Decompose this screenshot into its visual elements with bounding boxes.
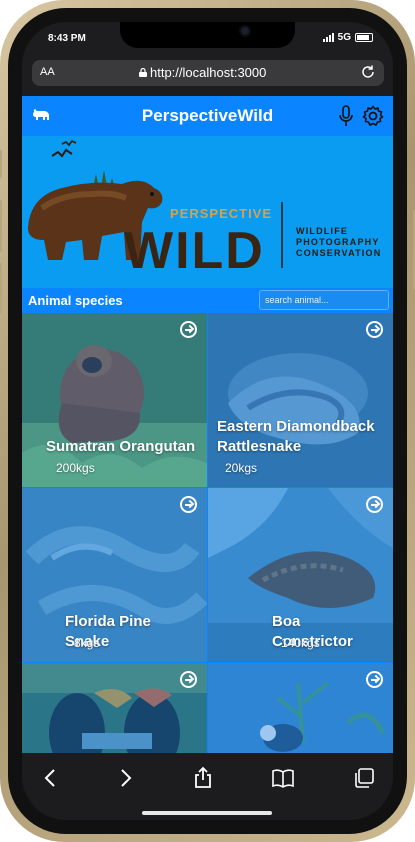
camera-icon [239, 25, 251, 37]
hero-tagline-2: PHOTOGRAPHY [296, 237, 380, 247]
hero-banner: PERSPECTIVE WILD WILDLIFE PHOTOGRAPHY CO… [22, 136, 393, 288]
bird-icon [51, 148, 73, 158]
screen: 8:43 PM 5G AA http://localhost:3000 Pers… [22, 22, 393, 820]
open-arrow-icon[interactable] [180, 671, 197, 688]
volume-up-button [0, 200, 2, 252]
status-time: 8:43 PM [48, 33, 86, 44]
animal-name: Sumatran Orangutan [46, 438, 196, 455]
notch [120, 22, 295, 48]
species-heading: Animal species [28, 293, 123, 308]
animal-card-boa-constrictor[interactable]: Boa Constrictor 140kgs [208, 488, 393, 662]
bookmarks-icon[interactable] [271, 766, 295, 790]
open-arrow-icon[interactable] [366, 496, 383, 513]
reload-icon[interactable] [360, 64, 376, 80]
animal-weight: 8kgs [74, 636, 100, 650]
microphone-icon[interactable] [338, 105, 354, 127]
open-arrow-icon[interactable] [180, 496, 197, 513]
battery-icon [355, 33, 373, 42]
open-arrow-icon[interactable] [366, 321, 383, 338]
volume-down-button [0, 262, 2, 314]
animal-weight: 200kgs [56, 461, 95, 475]
animal-grid: Sumatran Orangutan 200kgs Eastern Diamon… [22, 313, 393, 753]
animal-card-sumatran-orangutan[interactable]: Sumatran Orangutan 200kgs [22, 313, 207, 487]
phone-frame: 8:43 PM 5G AA http://localhost:3000 Pers… [0, 0, 415, 842]
hero-brand-large: WILD [124, 222, 265, 280]
lock-icon [139, 68, 147, 77]
hero-illustration: PERSPECTIVE WILD WILDLIFE PHOTOGRAPHY CO… [28, 139, 381, 280]
network-label: 5G [337, 32, 351, 43]
signal-icon [322, 33, 334, 42]
tabs-icon[interactable] [352, 766, 376, 790]
hero-tagline-1: WILDLIFE [296, 226, 348, 236]
open-arrow-icon[interactable] [366, 671, 383, 688]
status-indicators: 5G [322, 32, 373, 43]
home-indicator[interactable] [142, 811, 272, 815]
browser-toolbar [22, 753, 393, 820]
mute-switch [0, 150, 2, 178]
animal-card-6[interactable] [208, 663, 393, 753]
reader-options-button[interactable]: AA [40, 66, 55, 78]
web-app: PerspectiveWild PERSPECTIVE WILD WILDLIF… [22, 96, 393, 753]
hero-tagline-3: CONSERVATION [296, 248, 381, 258]
hero-brand-small: PERSPECTIVE [170, 206, 272, 221]
animal-name: Eastern Diamondback Rattlesnake [217, 418, 375, 455]
animal-weight: 140kgs [281, 636, 320, 650]
animal-card-florida-pine-snake[interactable]: Florida Pine Snake 8kgs [22, 488, 207, 662]
app-header: PerspectiveWild [22, 96, 393, 136]
species-bar: Animal species [22, 288, 393, 313]
settings-gear-icon[interactable] [362, 105, 384, 127]
animal-card-5[interactable] [22, 663, 207, 753]
back-icon[interactable] [39, 766, 63, 790]
animal-weight: 20kgs [225, 461, 258, 475]
open-arrow-icon[interactable] [180, 321, 197, 338]
share-icon[interactable] [191, 766, 215, 790]
url-text[interactable]: http://localhost:3000 [150, 65, 266, 80]
status-bar: 8:43 PM 5G [22, 22, 393, 56]
animal-card-eastern-diamondback-rattlesnake[interactable]: Eastern Diamondback Rattlesnake 20kgs [208, 313, 393, 487]
bird-icon [61, 139, 77, 147]
forward-icon[interactable] [113, 766, 137, 790]
address-bar[interactable]: AA http://localhost:3000 [32, 60, 384, 86]
search-animal-input[interactable] [259, 290, 389, 310]
